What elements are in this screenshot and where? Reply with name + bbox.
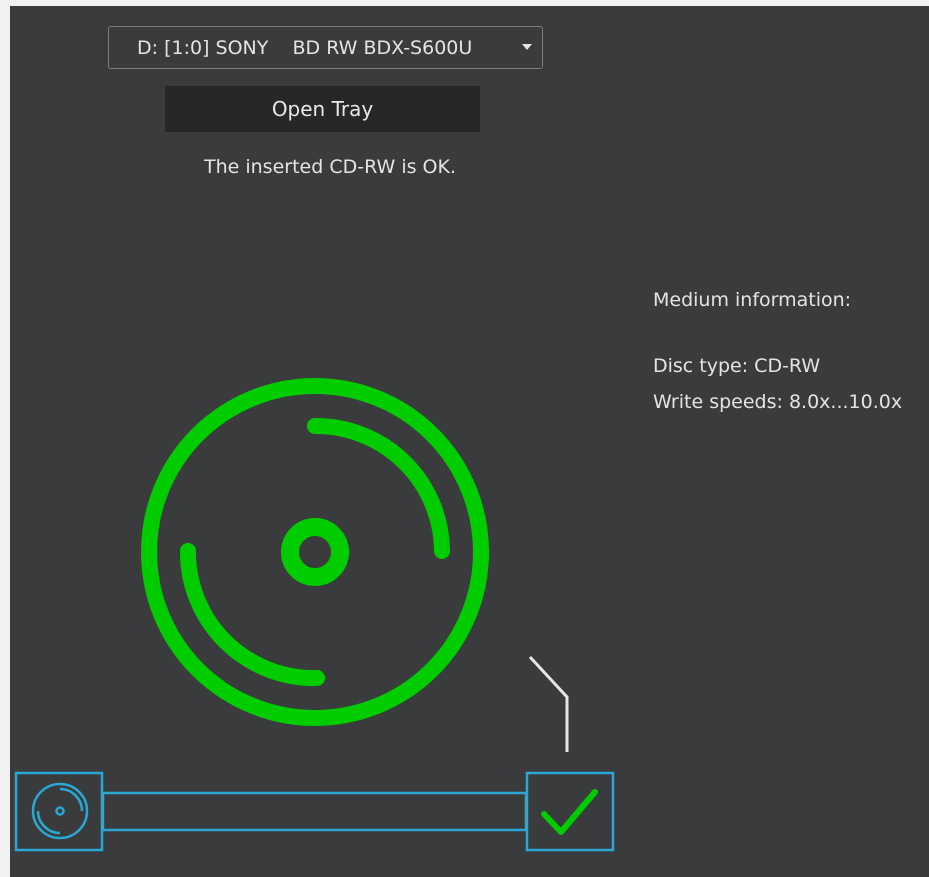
progress-track	[14, 655, 615, 852]
disc-small-icon	[14, 771, 104, 852]
main-panel: D: [1:0] SONY BD RW BDX-S600U Open Tray …	[10, 6, 929, 877]
connector-line	[528, 655, 569, 752]
checkmark-icon	[525, 771, 615, 852]
progress-bar	[101, 791, 528, 832]
